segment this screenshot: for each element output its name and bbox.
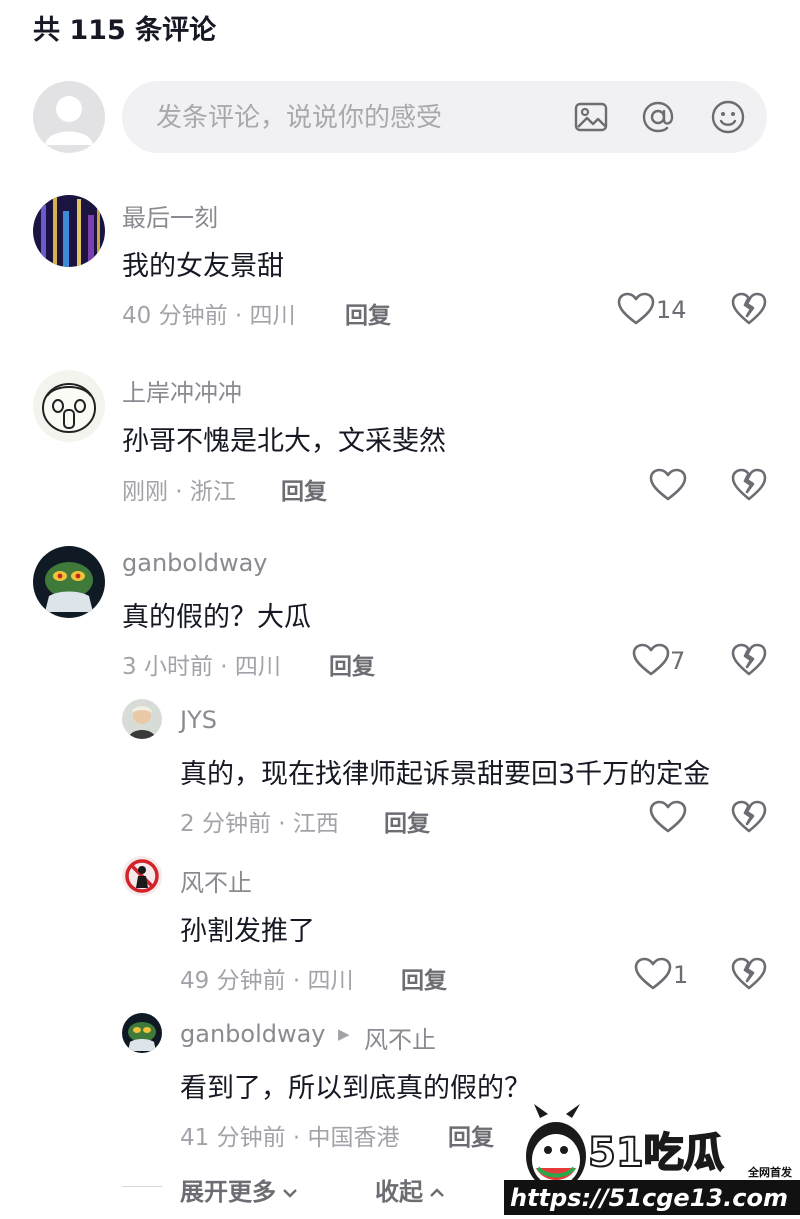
- dislike-broken-heart-icon[interactable]: [731, 800, 767, 834]
- frog-avatar: [122, 1013, 162, 1053]
- watermark-url: https://51cge13.com: [510, 1184, 788, 1212]
- avatar[interactable]: [33, 370, 105, 442]
- reply-button[interactable]: 回复: [345, 296, 391, 330]
- reply-time-location: 41 分钟前 · 中国香港: [180, 1125, 400, 1151]
- avatar[interactable]: [122, 1013, 162, 1053]
- comment-username[interactable]: 上岸冲冲冲: [122, 373, 242, 408]
- reply-time-location: 2 分钟前 · 江西: [180, 811, 339, 837]
- chevron-up-icon: [430, 1188, 444, 1197]
- avatar[interactable]: [33, 546, 105, 618]
- reply-to-arrow-icon: ▶: [338, 1025, 350, 1043]
- chevron-down-icon: [283, 1189, 297, 1198]
- reply-username[interactable]: JYS: [180, 706, 217, 734]
- comment-time-location: 40 分钟前 · 四川: [122, 303, 296, 329]
- like-heart-icon[interactable]: [616, 292, 656, 326]
- like-heart-icon[interactable]: [648, 800, 688, 834]
- expand-more-label: 展开更多: [180, 1178, 276, 1206]
- comment-input[interactable]: [154, 81, 558, 155]
- reply-username[interactable]: 风不止: [180, 863, 252, 898]
- reply-button[interactable]: 回复: [448, 1118, 494, 1152]
- like-heart-icon[interactable]: [648, 468, 688, 502]
- like-heart-icon[interactable]: [633, 957, 673, 991]
- like-heart-icon[interactable]: [631, 643, 671, 677]
- site-watermark: 51吃瓜 全网首发 https://51cge13.com: [504, 1098, 800, 1215]
- reply-to-username[interactable]: 风不止: [364, 1020, 436, 1055]
- comment-input-box[interactable]: [122, 81, 767, 155]
- comment-text: 孙哥不愧是北大，文采斐然: [122, 426, 446, 457]
- dislike-broken-heart-icon[interactable]: [731, 643, 767, 677]
- image-icon[interactable]: [573, 99, 609, 135]
- comment-username[interactable]: 最后一刻: [122, 198, 218, 233]
- reply-username[interactable]: ganboldway: [180, 1020, 326, 1048]
- reply-button[interactable]: 回复: [384, 804, 430, 838]
- like-count: 7: [670, 647, 686, 675]
- reply-button[interactable]: 回复: [401, 961, 447, 995]
- city-night-avatar: [33, 195, 105, 267]
- comment-text: 我的女友景甜: [122, 251, 284, 282]
- thread-divider: [122, 1186, 162, 1187]
- avatar[interactable]: [122, 856, 162, 896]
- like-count: 1: [673, 961, 689, 989]
- comment-count-title: 共 115 条评论: [33, 15, 217, 46]
- reply-button[interactable]: 回复: [281, 472, 327, 506]
- collapse-button[interactable]: 收起: [375, 1172, 446, 1207]
- reply-text: 真的，现在找律师起诉景甜要回3千万的定金: [180, 759, 711, 790]
- reply-text: 孙割发推了: [180, 916, 315, 947]
- expand-more-button[interactable]: 展开更多: [180, 1172, 299, 1207]
- comment-time-location: 3 小时前 · 四川: [122, 654, 281, 680]
- collapse-label: 收起: [375, 1178, 423, 1206]
- default-avatar-icon: [45, 96, 93, 145]
- comment-text: 真的假的？大瓜: [122, 602, 311, 633]
- emoji-icon[interactable]: [710, 99, 746, 135]
- no-sign-person-avatar: [122, 856, 162, 896]
- dislike-broken-heart-icon[interactable]: [731, 468, 767, 502]
- at-icon[interactable]: [640, 99, 676, 135]
- avatar[interactable]: [33, 195, 105, 267]
- comment-username[interactable]: ganboldway: [122, 549, 268, 577]
- sketch-face-avatar: [33, 370, 105, 442]
- watermark-brand: 51吃瓜: [587, 1129, 725, 1177]
- watermark-badge: 全网首发: [748, 1166, 792, 1179]
- comment-time-location: 刚刚 · 浙江: [122, 479, 236, 505]
- reply-text: 看到了，所以到底真的假的？: [180, 1073, 531, 1104]
- avatar[interactable]: [122, 699, 162, 739]
- my-avatar[interactable]: [33, 81, 105, 153]
- like-count: 14: [656, 296, 687, 324]
- dislike-broken-heart-icon[interactable]: [731, 292, 767, 326]
- reply-time-location: 49 分钟前 · 四川: [180, 968, 354, 994]
- person-photo-avatar: [122, 699, 162, 739]
- reply-button[interactable]: 回复: [329, 647, 375, 681]
- dislike-broken-heart-icon[interactable]: [731, 957, 767, 991]
- frog-avatar: [33, 546, 105, 618]
